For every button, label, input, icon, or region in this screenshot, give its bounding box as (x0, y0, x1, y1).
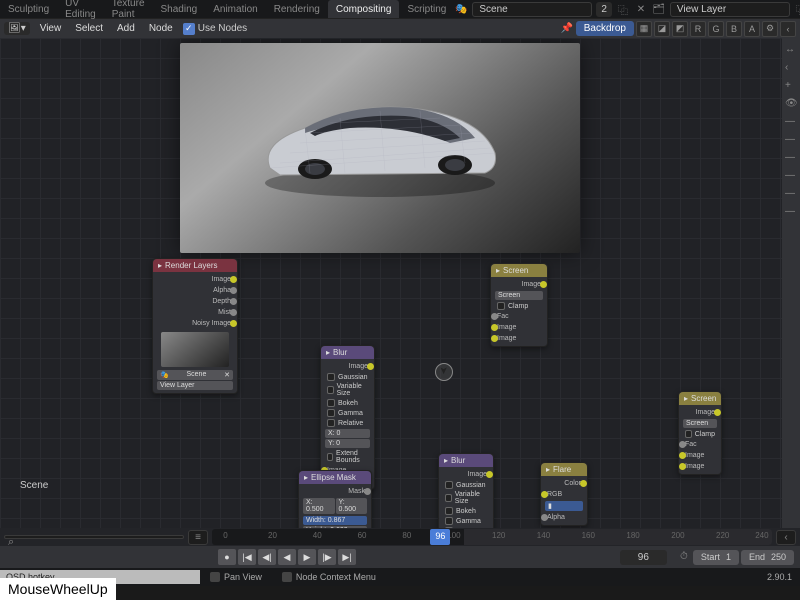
channel-a[interactable]: A (744, 21, 760, 37)
scene-delete-icon[interactable]: ✕ (634, 2, 648, 16)
menu-node[interactable]: Node (145, 23, 177, 34)
node-header[interactable]: ▸Render Layers (153, 259, 237, 272)
node-editor-header: 🖼▾ View Select Add Node ✓ Use Nodes 📌 Ba… (0, 18, 800, 38)
search-input[interactable] (4, 535, 184, 539)
snap-icon[interactable]: ▦ (636, 21, 652, 37)
chevron-icon[interactable]: ‹ (785, 62, 797, 74)
mouse-cursor (435, 363, 453, 381)
overlay-icon[interactable]: ◪ (654, 21, 670, 37)
backdrop-image (180, 43, 580, 253)
plus-icon[interactable]: + (785, 80, 797, 92)
n-panel-tabs: ↔ ‹ + 👁 — — — — — — (782, 38, 800, 528)
autokey-button[interactable]: ● (218, 549, 236, 565)
pin-icon[interactable]: 📌 (560, 22, 574, 36)
dash-icon[interactable]: — (785, 206, 797, 218)
layer-select[interactable]: View Layer (157, 381, 233, 390)
keyframe-next-button[interactable]: |▶ (318, 549, 336, 565)
ws-tab-compositing[interactable]: Compositing (328, 0, 400, 18)
play-reverse-button[interactable]: ◀ (278, 549, 296, 565)
node-ellipse-mask[interactable]: ▸Ellipse Mask Mask X: 0.500Y: 0.500 Widt… (298, 470, 372, 528)
menu-select[interactable]: Select (71, 23, 107, 34)
check-icon: ✓ (183, 23, 195, 35)
ws-tab-scripting[interactable]: Scripting (399, 0, 454, 18)
channel-g[interactable]: G (708, 21, 724, 37)
arrow-icon[interactable]: ↔ (785, 44, 797, 56)
clock-icon[interactable]: ⏱ (677, 550, 691, 564)
menu-add[interactable]: Add (113, 23, 139, 34)
viewlayer-new-icon[interactable]: ⿻ (794, 2, 800, 16)
node-header[interactable]: ▸Screen (679, 392, 721, 405)
node-mix-screen-2[interactable]: ▸Screen Image Screen Clamp Fac Image Ima… (678, 391, 722, 475)
use-nodes-checkbox[interactable]: ✓ Use Nodes (183, 23, 247, 35)
scene-name-field[interactable]: Scene (472, 2, 592, 17)
status-bar: OSD hotkey Pan View Node Context Menu 2.… (0, 568, 800, 586)
channel-r[interactable]: R (690, 21, 706, 37)
scene-browse-icon[interactable]: 🎭 (454, 2, 468, 16)
node-header[interactable]: ▸Ellipse Mask (299, 471, 371, 484)
hotkey-overlay: MouseWheelUp (0, 578, 116, 600)
ws-tab-animation[interactable]: Animation (205, 0, 265, 18)
node-blur-2[interactable]: ▸Blur Image Gaussian Variable Size Bokeh… (438, 453, 494, 528)
scene-users[interactable]: 2 (596, 2, 612, 17)
zebra-icon[interactable]: ◩ (672, 21, 688, 37)
node-editor-canvas[interactable]: ▸Render Layers Image Alpha Depth Mist No… (0, 38, 800, 528)
node-blur-1[interactable]: ▸Blur Image Gaussian Variable Size Bokeh… (320, 345, 375, 490)
node-render-layers[interactable]: ▸Render Layers Image Alpha Depth Mist No… (152, 258, 238, 394)
node-header[interactable]: ▸Flare (541, 463, 587, 476)
status-context: Node Context Menu (296, 572, 376, 582)
eye-icon[interactable]: 👁 (785, 98, 797, 110)
status-pan: Pan View (224, 572, 262, 582)
node-preview-thumb (161, 332, 229, 367)
playhead[interactable]: 96 (430, 529, 450, 545)
top-right-controls: 🎭 Scene 2 ⿻ ✕ 🗂 View Layer ⿻ ✕ (454, 0, 800, 18)
dash-icon[interactable]: — (785, 188, 797, 200)
node-header[interactable]: ▸Screen (491, 264, 547, 277)
timeline[interactable]: 0 20 40 60 80 100 120 140 160 180 200 22… (212, 529, 772, 545)
ws-tab-sculpting[interactable]: Sculpting (0, 0, 57, 18)
workspace-tabs: Sculpting UV Editing Texture Paint Shadi… (0, 0, 800, 18)
dash-icon[interactable]: — (785, 170, 797, 182)
mouse-icon (210, 572, 220, 582)
node-header[interactable]: ▸Blur (439, 454, 493, 467)
ws-tab-uvediting[interactable]: UV Editing (57, 0, 104, 18)
use-nodes-label: Use Nodes (198, 23, 247, 34)
viewlayer-field[interactable]: View Layer (670, 2, 790, 17)
mouse-icon (282, 572, 292, 582)
dash-icon[interactable]: — (785, 116, 797, 128)
node-header[interactable]: ▸Blur (321, 346, 374, 359)
node-flare[interactable]: ▸Flare Color RGB ▮ Alpha (540, 462, 588, 526)
start-frame-field[interactable]: Start1 (693, 550, 739, 565)
ws-tab-shading[interactable]: Shading (153, 0, 206, 18)
transport-bar: ● |◀ ◀| ◀ ▶ |▶ ▶| 96 ⏱ Start1 End250 (0, 546, 800, 568)
end-frame-field[interactable]: End250 (741, 550, 794, 565)
chevron-left-icon[interactable]: ‹ (780, 21, 796, 37)
backdrop-button[interactable]: Backdrop (576, 21, 634, 36)
jump-start-button[interactable]: |◀ (238, 549, 256, 565)
scene-copy-icon[interactable]: ⿻ (616, 2, 630, 16)
channel-b[interactable]: B (726, 21, 742, 37)
editor-type-dropdown[interactable]: 🖼▾ (4, 22, 30, 35)
timeline-chevron-icon[interactable]: ‹ (776, 530, 796, 545)
viewlayer-browse-icon[interactable]: 🗂 (652, 2, 666, 16)
play-button[interactable]: ▶ (298, 549, 316, 565)
keyframe-prev-button[interactable]: ◀| (258, 549, 276, 565)
ws-tab-rendering[interactable]: Rendering (266, 0, 328, 18)
timeline-row: ≡ 0 20 40 60 80 100 120 140 160 180 200 … (0, 528, 800, 546)
current-frame-field[interactable]: 96 (620, 550, 667, 565)
filter-icon[interactable]: ≡ (188, 530, 208, 545)
menu-view[interactable]: View (36, 23, 66, 34)
dash-icon[interactable]: — (785, 134, 797, 146)
car-render (250, 83, 510, 203)
dash-icon[interactable]: — (785, 152, 797, 164)
scene-overlay-label: Scene (20, 480, 48, 491)
scene-select[interactable]: 🎭Scene✕ (157, 370, 233, 380)
gear-icon[interactable]: ⚙ (762, 21, 778, 37)
jump-end-button[interactable]: ▶| (338, 549, 356, 565)
ws-tab-texpaint[interactable]: Texture Paint (104, 0, 153, 18)
node-mix-screen[interactable]: ▸Screen Image Screen Clamp Fac Image Ima… (490, 263, 548, 347)
version-label: 2.90.1 (767, 572, 800, 582)
